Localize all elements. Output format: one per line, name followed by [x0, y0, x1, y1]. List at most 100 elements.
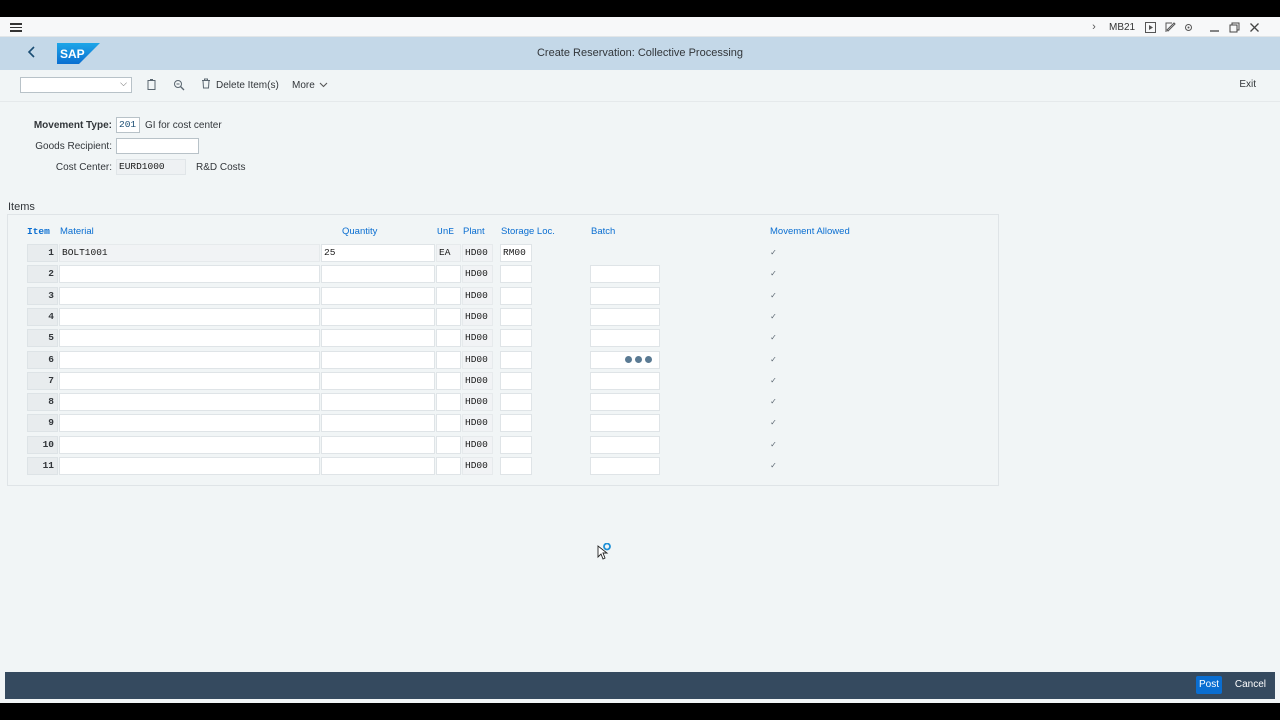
zoom-icon[interactable]	[173, 79, 185, 91]
goods-recipient-input[interactable]	[116, 138, 199, 154]
batch-cell[interactable]	[590, 393, 660, 411]
movement-allowed-checkbox[interactable]: ✓	[769, 376, 778, 385]
material-cell[interactable]	[59, 265, 320, 283]
play-icon[interactable]	[1143, 20, 1157, 34]
close-icon[interactable]	[1247, 20, 1261, 34]
movement-allowed-checkbox[interactable]: ✓	[769, 269, 778, 278]
movement-allowed-checkbox[interactable]: ✓	[769, 355, 778, 364]
movement-allowed-checkbox[interactable]: ✓	[769, 291, 778, 300]
batch-cell[interactable]	[590, 414, 660, 432]
material-cell[interactable]	[59, 436, 320, 454]
col-header-batch[interactable]: Batch	[591, 226, 615, 237]
quantity-cell[interactable]	[321, 414, 435, 432]
quantity-cell[interactable]	[321, 393, 435, 411]
batch-cell[interactable]	[590, 436, 660, 454]
plant-cell[interactable]: HD00	[462, 308, 493, 326]
quantity-cell[interactable]	[321, 308, 435, 326]
plant-cell[interactable]: HD00	[462, 372, 493, 390]
post-button[interactable]: Post	[1196, 676, 1222, 694]
material-cell[interactable]: BOLT1001	[59, 244, 320, 262]
movement-allowed-checkbox[interactable]: ✓	[769, 248, 778, 257]
plant-cell[interactable]: HD00	[462, 414, 493, 432]
quantity-cell[interactable]	[321, 457, 435, 475]
storage-loc-cell[interactable]: RM00	[500, 244, 532, 262]
storage-loc-cell[interactable]	[500, 308, 532, 326]
storage-loc-cell[interactable]	[500, 457, 532, 475]
batch-cell[interactable]	[590, 329, 660, 347]
material-cell[interactable]	[59, 372, 320, 390]
minimize-icon[interactable]	[1207, 20, 1221, 34]
variant-select[interactable]: ⌵	[20, 77, 132, 93]
material-cell[interactable]	[59, 457, 320, 475]
batch-cell[interactable]	[590, 457, 660, 475]
storage-loc-cell[interactable]	[500, 287, 532, 305]
storage-loc-cell[interactable]	[500, 393, 532, 411]
quantity-cell[interactable]	[321, 372, 435, 390]
storage-loc-cell[interactable]	[500, 414, 532, 432]
exit-button[interactable]: Exit	[1239, 79, 1256, 90]
plant-cell[interactable]: HD00	[462, 329, 493, 347]
batch-cell[interactable]	[590, 265, 660, 283]
copy-icon[interactable]	[145, 79, 157, 91]
cancel-button[interactable]: Cancel	[1235, 676, 1266, 694]
hamburger-menu-icon[interactable]	[10, 21, 22, 33]
storage-loc-cell[interactable]	[500, 329, 532, 347]
edit-icon[interactable]	[1163, 20, 1177, 34]
movement-allowed-checkbox[interactable]: ✓	[769, 418, 778, 427]
col-header-storage-loc[interactable]: Storage Loc.	[501, 226, 555, 237]
chevron-right-icon[interactable]: ›	[1087, 20, 1101, 34]
batch-cell[interactable]	[590, 372, 660, 390]
col-header-movement-allowed[interactable]: Movement Allowed	[770, 226, 850, 237]
batch-cell[interactable]	[590, 308, 660, 326]
plant-cell[interactable]: HD00	[462, 457, 493, 475]
quantity-cell[interactable]	[321, 436, 435, 454]
movement-allowed-checkbox[interactable]: ✓	[769, 461, 778, 470]
delete-items-button[interactable]: Delete Item(s)	[201, 78, 279, 92]
restore-icon[interactable]	[1227, 20, 1241, 34]
material-cell[interactable]	[59, 329, 320, 347]
material-cell[interactable]	[59, 287, 320, 305]
movement-allowed-checkbox[interactable]: ✓	[769, 440, 778, 449]
col-header-material[interactable]: Material	[60, 226, 94, 237]
more-button[interactable]: More	[292, 78, 328, 92]
movement-allowed-checkbox[interactable]: ✓	[769, 397, 778, 406]
plant-cell[interactable]: HD00	[462, 436, 493, 454]
une-cell[interactable]: EA	[436, 244, 461, 262]
une-cell[interactable]	[436, 436, 461, 454]
une-cell[interactable]	[436, 393, 461, 411]
movement-allowed-checkbox[interactable]: ✓	[769, 312, 778, 321]
col-header-item[interactable]: Item	[27, 226, 50, 237]
quantity-cell[interactable]	[321, 329, 435, 347]
movement-allowed-checkbox[interactable]: ✓	[769, 333, 778, 342]
plant-cell[interactable]: HD00	[462, 393, 493, 411]
material-cell[interactable]	[59, 351, 320, 369]
cost-center-input[interactable]: EURD1000	[116, 159, 186, 175]
storage-loc-cell[interactable]	[500, 436, 532, 454]
une-cell[interactable]	[436, 457, 461, 475]
une-cell[interactable]	[436, 329, 461, 347]
storage-loc-cell[interactable]	[500, 265, 532, 283]
col-header-plant[interactable]: Plant	[463, 226, 485, 237]
batch-cell[interactable]	[590, 287, 660, 305]
une-cell[interactable]	[436, 372, 461, 390]
plant-cell[interactable]: HD00	[462, 287, 493, 305]
une-cell[interactable]	[436, 351, 461, 369]
une-cell[interactable]	[436, 308, 461, 326]
quantity-cell[interactable]	[321, 287, 435, 305]
material-cell[interactable]	[59, 414, 320, 432]
quantity-cell[interactable]: 25	[321, 244, 435, 262]
col-header-une[interactable]: UnE	[437, 226, 454, 237]
storage-loc-cell[interactable]	[500, 351, 532, 369]
col-header-quantity[interactable]: Quantity	[342, 226, 377, 237]
material-cell[interactable]	[59, 308, 320, 326]
une-cell[interactable]	[436, 265, 461, 283]
storage-loc-cell[interactable]	[500, 372, 532, 390]
quantity-cell[interactable]	[321, 351, 435, 369]
quantity-cell[interactable]	[321, 265, 435, 283]
plant-cell[interactable]: HD00	[462, 265, 493, 283]
plant-cell[interactable]: HD00	[462, 244, 493, 262]
movement-type-input[interactable]: 201	[116, 117, 140, 133]
plant-cell[interactable]: HD00	[462, 351, 493, 369]
une-cell[interactable]	[436, 414, 461, 432]
une-cell[interactable]	[436, 287, 461, 305]
